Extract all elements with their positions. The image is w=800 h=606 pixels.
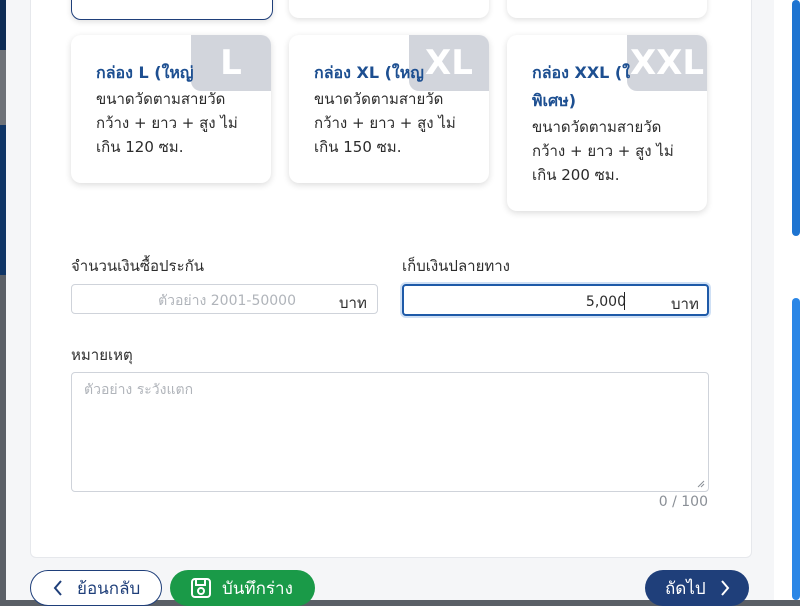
cod-label: เก็บเงินปลายทาง bbox=[402, 257, 510, 275]
insurance-unit: บาท bbox=[339, 294, 367, 312]
box-description: ขนาดวัดตามสายวัด กว้าง + ยาว + สูง ไม่เก… bbox=[314, 90, 456, 156]
note-textarea[interactable] bbox=[72, 373, 708, 491]
page-scrollbar-thumb[interactable] bbox=[792, 0, 800, 236]
text-caret bbox=[624, 292, 625, 310]
cod-field[interactable]: บาท bbox=[402, 284, 709, 316]
cod-unit: บาท bbox=[671, 295, 699, 313]
next-button[interactable]: ถัดไป bbox=[645, 570, 749, 606]
chevron-right-icon bbox=[720, 580, 730, 596]
box-option-xl[interactable]: XL กล่อง XL (ใหญ ขนาดวัดตามสายวัด กว้าง … bbox=[289, 35, 489, 183]
save-draft-button[interactable]: บันทึกร่าง bbox=[170, 570, 315, 606]
box-option-xxl[interactable]: XXL กล่อง XXL (ใ พิเศษ) ขนาดวัดตามสายวัด… bbox=[507, 35, 707, 211]
box-title: กล่อง XXL (ใ พิเศษ) bbox=[532, 63, 631, 110]
note-label: หมายเหตุ bbox=[71, 346, 133, 364]
note-field[interactable] bbox=[71, 372, 709, 492]
back-button[interactable]: ย้อนกลับ bbox=[30, 570, 162, 606]
character-counter: 0 / 100 bbox=[658, 494, 708, 510]
save-draft-button-label: บันทึกร่าง bbox=[222, 578, 293, 599]
back-button-label: ย้อนกลับ bbox=[77, 578, 141, 599]
box-description: ขนาดวัดตามสายวัด กว้าง + ยาว + สูง ไม่เก… bbox=[532, 118, 674, 184]
box-title: กล่อง L (ใหญ่ bbox=[96, 63, 194, 82]
box-option-card[interactable] bbox=[289, 0, 489, 18]
insurance-field[interactable]: บาท bbox=[71, 284, 378, 314]
box-option-card[interactable] bbox=[507, 0, 707, 18]
save-icon bbox=[190, 577, 212, 599]
box-description: ขนาดวัดตามสายวัด กว้าง + ยาว + สูง ไม่เก… bbox=[96, 90, 238, 156]
next-button-label: ถัดไป bbox=[665, 578, 706, 599]
resize-handle-icon[interactable] bbox=[697, 480, 705, 488]
insurance-label: จำนวนเงินซื้อประกัน bbox=[71, 257, 205, 275]
cod-input[interactable] bbox=[412, 292, 628, 312]
box-option-card-selected[interactable] bbox=[71, 0, 273, 20]
modal-scrollbar-thumb[interactable] bbox=[792, 298, 800, 600]
chevron-left-icon bbox=[53, 580, 63, 596]
insurance-input[interactable] bbox=[80, 291, 298, 311]
box-option-l[interactable]: L กล่อง L (ใหญ่ ขนาดวัดตามสายวัด กว้าง +… bbox=[71, 35, 271, 183]
box-title: กล่อง XL (ใหญ bbox=[314, 63, 424, 82]
